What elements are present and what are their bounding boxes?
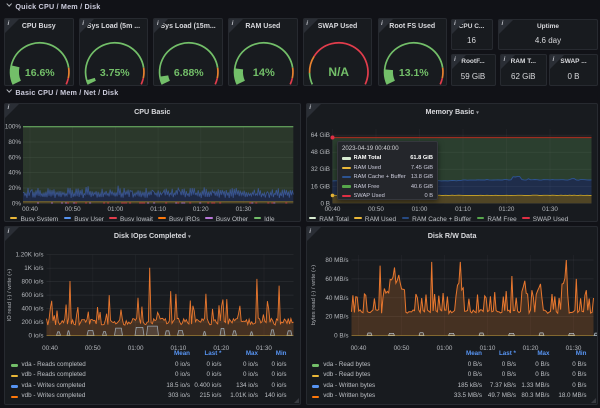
svg-text:1K io/s: 1K io/s [24,265,43,272]
svg-text:64 GiB: 64 GiB [310,132,329,139]
svg-text:200 io/s: 200 io/s [21,319,43,326]
svg-text:3.75%: 3.75% [100,67,130,79]
svg-text:1.20K io/s: 1.20K io/s [15,252,43,259]
svg-text:60 MB/s: 60 MB/s [325,276,348,283]
svg-text:20 MB/s: 20 MB/s [325,314,348,321]
svg-text:20%: 20% [8,185,21,192]
svg-text:01:00: 01:00 [108,205,124,212]
svg-text:01:10: 01:10 [150,205,166,212]
svg-text:600 io/s: 600 io/s [21,292,43,299]
svg-text:01:10: 01:10 [455,205,471,212]
svg-text:14%: 14% [253,67,275,79]
svg-text:0 B/s: 0 B/s [334,333,348,340]
svg-text:0 io/s: 0 io/s [28,333,43,340]
svg-text:13.1%: 13.1% [398,67,428,79]
svg-text:00:50: 00:50 [65,205,81,212]
svg-text:32 GiB: 32 GiB [310,166,329,173]
svg-text:80 MB/s: 80 MB/s [325,257,348,264]
svg-text:16 GiB: 16 GiB [310,183,329,190]
svg-text:00:50: 00:50 [368,205,384,212]
svg-text:60%: 60% [8,154,21,161]
svg-text:100%: 100% [5,123,21,130]
svg-text:IO read (-) / write (+): IO read (-) / write (+) [7,269,13,322]
svg-text:0%: 0% [12,200,22,207]
svg-text:16.6%: 16.6% [25,67,55,79]
svg-text:01:00: 01:00 [411,205,427,212]
svg-text:01:30: 01:30 [542,205,558,212]
svg-text:01:30: 01:30 [236,205,252,212]
svg-text:800 io/s: 800 io/s [21,279,43,286]
svg-text:80%: 80% [8,139,21,146]
svg-text:01:20: 01:20 [498,205,514,212]
svg-text:N/A: N/A [328,65,349,79]
svg-text:40%: 40% [8,169,21,176]
svg-text:00:40: 00:40 [324,205,340,212]
svg-text:48 GiB: 48 GiB [310,149,329,156]
svg-text:6.88%: 6.88% [174,67,204,79]
svg-text:01:20: 01:20 [193,205,209,212]
svg-text:40 MB/s: 40 MB/s [325,295,348,302]
svg-text:00:40: 00:40 [22,205,38,212]
svg-text:bytes read (-) / write (+): bytes read (-) / write (+) [311,265,317,325]
svg-text:400 io/s: 400 io/s [21,306,43,313]
